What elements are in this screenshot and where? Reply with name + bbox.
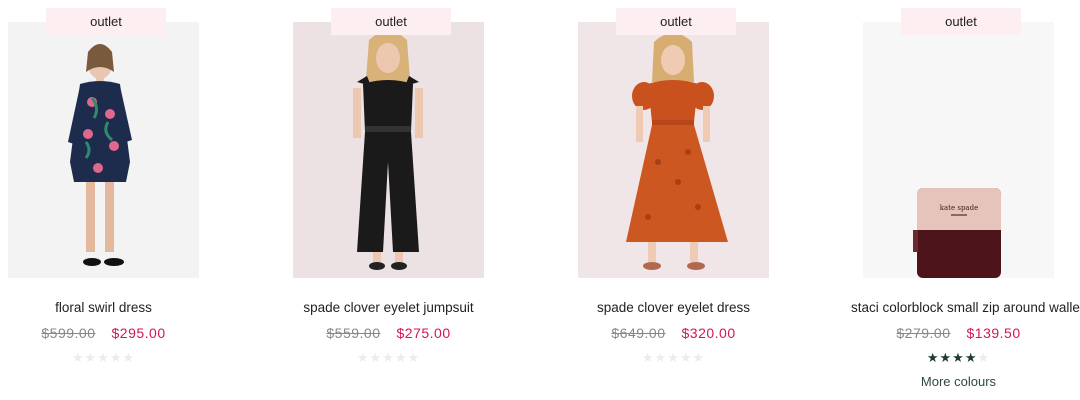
star-empty-icon: ★ [679, 350, 693, 365]
star-empty-icon: ★ [394, 350, 408, 365]
product-image[interactable] [293, 22, 484, 278]
outlet-badge: outlet [901, 8, 1021, 35]
rating-stars: ★★★★★ [285, 350, 492, 366]
star-empty-icon: ★ [407, 350, 421, 365]
product-prices: $599.00 $295.00 [0, 325, 207, 341]
outlet-badge: outlet [616, 8, 736, 35]
product-image[interactable] [8, 22, 199, 278]
outlet-badge: outlet [46, 8, 166, 35]
product-prices: $559.00 $275.00 [285, 325, 492, 341]
star-empty-icon: ★ [84, 350, 98, 365]
star-empty-icon: ★ [977, 350, 991, 365]
product-image[interactable]: kate spade [863, 22, 1054, 278]
product-image[interactable] [578, 22, 769, 278]
star-empty-icon: ★ [654, 350, 668, 365]
star-empty-icon: ★ [97, 350, 110, 365]
star-empty-icon: ★ [71, 350, 85, 365]
product-grid: outlet floral swirl dress $599.00 $295.0… [0, 0, 1080, 400]
original-price: $649.00 [611, 325, 666, 341]
original-price: $279.00 [896, 325, 951, 341]
star-filled-icon: ★ [939, 350, 953, 365]
product-card: outlet kate spade staci colorblock small… [851, 0, 1080, 400]
more-colours-link[interactable]: More colours [855, 374, 1062, 389]
star-empty-icon: ★ [109, 350, 123, 365]
star-filled-icon: ★ [926, 350, 940, 365]
product-title[interactable]: spade clover eyelet dress [570, 300, 777, 315]
outlet-badge: outlet [331, 8, 451, 35]
product-prices: $649.00 $320.00 [570, 325, 777, 341]
star-empty-icon: ★ [356, 350, 370, 365]
floral-dress-model-image [68, 44, 132, 266]
sale-price: $275.00 [396, 325, 451, 341]
star-empty-icon: ★ [382, 350, 395, 365]
star-empty-icon: ★ [667, 350, 680, 365]
sale-price: $139.50 [966, 325, 1021, 341]
wallet-product-image: kate spade [913, 188, 1001, 278]
star-filled-icon: ★ [964, 350, 978, 365]
product-title[interactable]: floral swirl dress [0, 300, 207, 315]
star-filled-icon: ★ [952, 350, 965, 365]
eyelet-dress-model-image [626, 33, 728, 270]
product-card: outlet spade clover eyelet jumpsuit $559… [285, 0, 570, 400]
sale-price: $295.00 [111, 325, 166, 341]
original-price: $559.00 [326, 325, 381, 341]
star-empty-icon: ★ [122, 350, 136, 365]
product-prices: $279.00 $139.50 [855, 325, 1062, 341]
original-price: $599.00 [41, 325, 96, 341]
star-empty-icon: ★ [692, 350, 706, 365]
product-title[interactable]: spade clover eyelet jumpsuit [285, 300, 492, 315]
sale-price: $320.00 [681, 325, 736, 341]
product-card: outlet spade clover eyelet dress $649.00… [570, 0, 855, 400]
eyelet-jumpsuit-model-image [353, 31, 423, 270]
product-card: outlet floral swirl dress $599.00 $295.0… [0, 0, 285, 400]
rating-stars: ★★★★★ [570, 350, 777, 366]
rating-stars[interactable]: ★★★★★ [855, 350, 1062, 366]
star-empty-icon: ★ [369, 350, 383, 365]
rating-stars: ★★★★★ [0, 350, 207, 366]
star-empty-icon: ★ [641, 350, 655, 365]
product-title[interactable]: staci colorblock small zip around wallet [851, 300, 1080, 315]
wallet-logo-text: kate spade [940, 204, 978, 212]
